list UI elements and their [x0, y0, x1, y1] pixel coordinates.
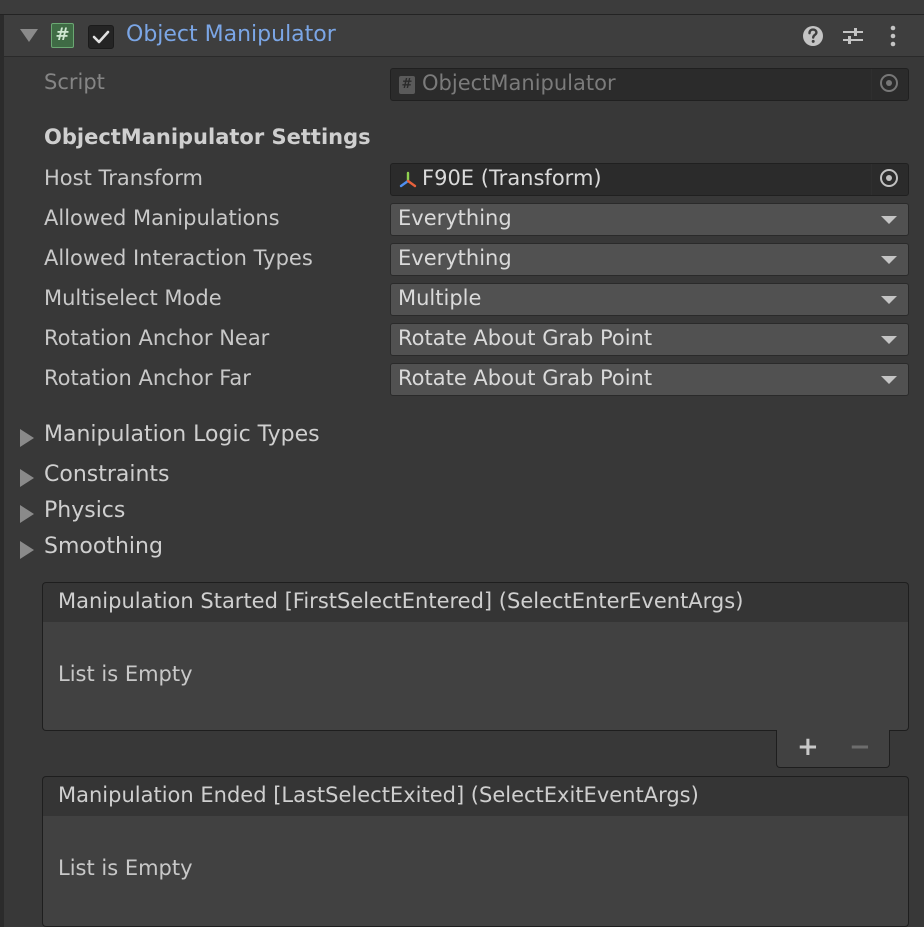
- object-picker-dot-icon: [886, 80, 892, 86]
- foldout-label: Manipulation Logic Types: [44, 422, 320, 447]
- dropdown-caret-icon: [881, 296, 897, 304]
- foldout-arrow-right-icon: [20, 429, 34, 447]
- script-label: Script: [44, 70, 105, 94]
- preset-sliders-icon[interactable]: [840, 23, 866, 49]
- inspector-left-edge: [0, 0, 4, 927]
- allowed-interaction-types-dropdown[interactable]: Everything: [390, 243, 909, 276]
- foldout-label: Physics: [44, 498, 126, 523]
- allowed-manipulations-value: Everything: [398, 206, 512, 230]
- rotation-anchor-near-label: Rotation Anchor Near: [44, 326, 270, 350]
- multiselect-mode-label: Multiselect Mode: [44, 286, 222, 310]
- manipulation-started-event-list: List is Empty: [42, 622, 909, 731]
- manipulation-started-event-header: Manipulation Started [FirstSelectEntered…: [42, 582, 909, 624]
- allowed-manipulations-dropdown[interactable]: Everything: [390, 203, 909, 236]
- allowed-interaction-types-value: Everything: [398, 246, 512, 270]
- allowed-manipulations-label: Allowed Manipulations: [44, 206, 280, 230]
- dropdown-caret-icon: [881, 256, 897, 264]
- list-empty-text: List is Empty: [58, 662, 193, 686]
- script-value: ObjectManipulator: [422, 71, 616, 95]
- allowed-interaction-types-label: Allowed Interaction Types: [44, 246, 313, 270]
- rotation-anchor-far-dropdown[interactable]: Rotate About Grab Point: [390, 363, 909, 396]
- rotation-anchor-far-label: Rotation Anchor Far: [44, 366, 251, 390]
- host-transform-value: F90E (Transform): [422, 166, 602, 190]
- host-transform-label: Host Transform: [44, 166, 203, 190]
- dropdown-caret-icon: [881, 336, 897, 344]
- event-title: Manipulation Started [FirstSelectEntered…: [58, 589, 744, 613]
- kebab-menu-icon[interactable]: [880, 23, 906, 49]
- script-object-picker: [871, 69, 908, 100]
- component-foldout-arrow-icon[interactable]: [20, 29, 38, 42]
- dropdown-caret-icon: [881, 216, 897, 224]
- settings-section-title: ObjectManipulator Settings: [44, 125, 371, 149]
- previous-component-edge: [0, 0, 924, 15]
- add-listener-button[interactable]: +: [797, 732, 819, 762]
- manipulation-started-list-footer: + −: [776, 730, 890, 768]
- host-transform-picker[interactable]: [871, 164, 908, 195]
- component-header[interactable]: # Object Manipulator: [4, 15, 924, 57]
- foldout-arrow-right-icon: [20, 469, 34, 487]
- script-object-field: # ObjectManipulator: [390, 68, 909, 101]
- multiselect-mode-value: Multiple: [398, 286, 482, 310]
- help-icon[interactable]: [800, 23, 826, 49]
- foldout-arrow-right-icon: [20, 541, 34, 559]
- rotation-anchor-near-dropdown[interactable]: Rotate About Grab Point: [390, 323, 909, 356]
- foldout-arrow-right-icon: [20, 505, 34, 523]
- host-transform-field[interactable]: F90E (Transform): [390, 163, 909, 196]
- component-title: Object Manipulator: [126, 22, 336, 47]
- csharp-script-icon: #: [51, 23, 74, 48]
- list-empty-text: List is Empty: [58, 856, 193, 880]
- checkmark-icon: [92, 30, 110, 44]
- transform-axes-icon: [399, 171, 417, 188]
- rotation-anchor-near-value: Rotate About Grab Point: [398, 326, 653, 350]
- foldout-label: Smoothing: [44, 534, 163, 559]
- foldout-label: Constraints: [44, 462, 170, 487]
- multiselect-mode-dropdown[interactable]: Multiple: [390, 283, 909, 316]
- remove-listener-button[interactable]: −: [849, 732, 871, 762]
- script-file-icon: #: [399, 76, 415, 94]
- rotation-anchor-far-value: Rotate About Grab Point: [398, 366, 653, 390]
- manipulation-ended-event-header: Manipulation Ended [LastSelectExited] (S…: [42, 776, 909, 818]
- dropdown-caret-icon: [881, 376, 897, 384]
- manipulation-ended-event-list: List is Empty: [42, 816, 909, 927]
- event-title: Manipulation Ended [LastSelectExited] (S…: [58, 783, 699, 807]
- component-enabled-checkbox[interactable]: [88, 25, 114, 49]
- object-picker-dot-icon: [886, 175, 892, 181]
